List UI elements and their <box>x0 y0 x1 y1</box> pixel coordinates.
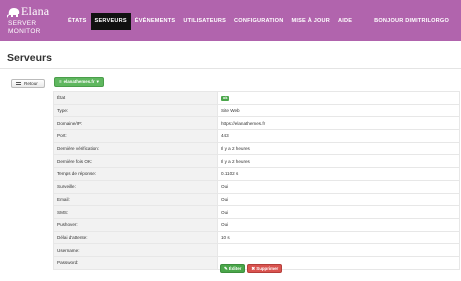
detail-value: 443 <box>217 129 460 143</box>
detail-value: Oui <box>217 179 460 194</box>
page-title: Serveurs <box>7 52 52 64</box>
detail-value: Il y a 2 heures <box>217 154 460 169</box>
detail-row: Username: <box>53 243 460 257</box>
detail-value: https://elanathemes.fr <box>217 116 460 131</box>
nav-item-aide[interactable]: AIDE <box>334 14 356 28</box>
detail-row: Délai d'attente: 10 s <box>53 230 460 245</box>
detail-row: Pushover: Oui <box>53 217 460 232</box>
nav-item-mise-a-jour[interactable]: MISE À JOUR <box>287 14 334 28</box>
detail-value: Oui <box>217 217 460 232</box>
main-nav: ÉTATS SERVEURS ÉVÉNEMENTS UTILISATEURS C… <box>64 13 356 30</box>
top-navbar: Elana SERVER MONITOR ÉTATS SERVEURS ÉVÉN… <box>0 0 461 41</box>
detail-row: SMS: Oui <box>53 205 460 219</box>
chevron-down-icon: ▾ <box>96 79 99 84</box>
server-select-dropdown[interactable]: ≡ elanathemes.fr ▾ <box>54 77 104 87</box>
list-icon <box>16 82 21 85</box>
detail-key: Temps de réponse: <box>53 167 218 181</box>
detail-key: Username: <box>53 243 218 257</box>
user-greeting[interactable]: BONJOUR DIMITRILORGO <box>374 14 449 28</box>
detail-key: Domaine/IP: <box>53 116 218 131</box>
detail-key: Email: <box>53 192 218 207</box>
detail-key: SMS: <box>53 205 218 219</box>
detail-value: Site Web <box>217 103 460 118</box>
nav-item-utilisateurs[interactable]: UTILISATEURS <box>179 14 230 28</box>
detail-row: État ok <box>53 91 460 105</box>
brand-name: Elana <box>21 4 50 18</box>
detail-value <box>217 243 460 257</box>
detail-row: Surveille: Oui <box>53 179 460 194</box>
detail-row: Dernière vérification: Il y a 2 heures <box>53 141 460 156</box>
brand-subtitle-1: SERVER <box>8 20 37 27</box>
delete-button-label: Supprimer <box>256 266 279 271</box>
back-button[interactable]: Retour <box>11 79 45 88</box>
detail-key: Dernière fois OK: <box>53 154 218 169</box>
detail-value: Oui <box>217 192 460 207</box>
server-select-label: elanathemes.fr <box>63 79 95 84</box>
action-buttons: ✎ Éditer ✖ Supprimer <box>220 264 283 273</box>
back-button-label: Retour <box>24 81 38 86</box>
detail-key: Type: <box>53 103 218 118</box>
nav-item-serveurs[interactable]: SERVEURS <box>90 13 131 30</box>
nav-item-evenements[interactable]: ÉVÉNEMENTS <box>131 14 180 28</box>
detail-row: Email: Oui <box>53 192 460 207</box>
detail-value: ok <box>217 91 460 105</box>
server-detail-table: État ok Type: Site Web Domaine/IP: https://el… <box>53 91 460 270</box>
detail-value: Oui <box>217 205 460 219</box>
edit-button-label: Éditer <box>228 266 242 271</box>
brand-logo[interactable]: Elana SERVER MONITOR <box>7 2 62 40</box>
status-badge: ok <box>221 95 230 101</box>
detail-key: Password: <box>53 255 218 270</box>
detail-row: Type: Site Web <box>53 103 460 118</box>
server-icon: ≡ <box>59 79 62 84</box>
detail-row: Domaine/IP: https://elanathemes.fr <box>53 116 460 131</box>
detail-key: Port: <box>53 129 218 143</box>
title-divider <box>0 68 461 69</box>
nav-item-etats[interactable]: ÉTATS <box>64 14 91 28</box>
detail-row: Temps de réponse: 0.1102 s <box>53 167 460 181</box>
edit-button[interactable]: ✎ Éditer <box>220 264 246 273</box>
detail-key: Dernière vérification: <box>53 141 218 156</box>
detail-value: Il y a 2 heures <box>217 141 460 156</box>
detail-row: Dernière fois OK: Il y a 2 heures <box>53 154 460 169</box>
detail-key: Délai d'attente: <box>53 230 218 245</box>
detail-row: Port: 443 <box>53 129 460 143</box>
delete-button[interactable]: ✖ Supprimer <box>247 264 283 273</box>
elephant-icon <box>7 8 20 18</box>
detail-key: Surveille: <box>53 179 218 194</box>
brand-subtitle-2: MONITOR <box>8 28 41 35</box>
nav-item-configuration[interactable]: CONFIGURATION <box>230 14 287 28</box>
detail-value: 10 s <box>217 230 460 245</box>
detail-key: État <box>53 91 218 105</box>
detail-value: 0.1102 s <box>217 167 460 181</box>
detail-key: Pushover: <box>53 217 218 232</box>
